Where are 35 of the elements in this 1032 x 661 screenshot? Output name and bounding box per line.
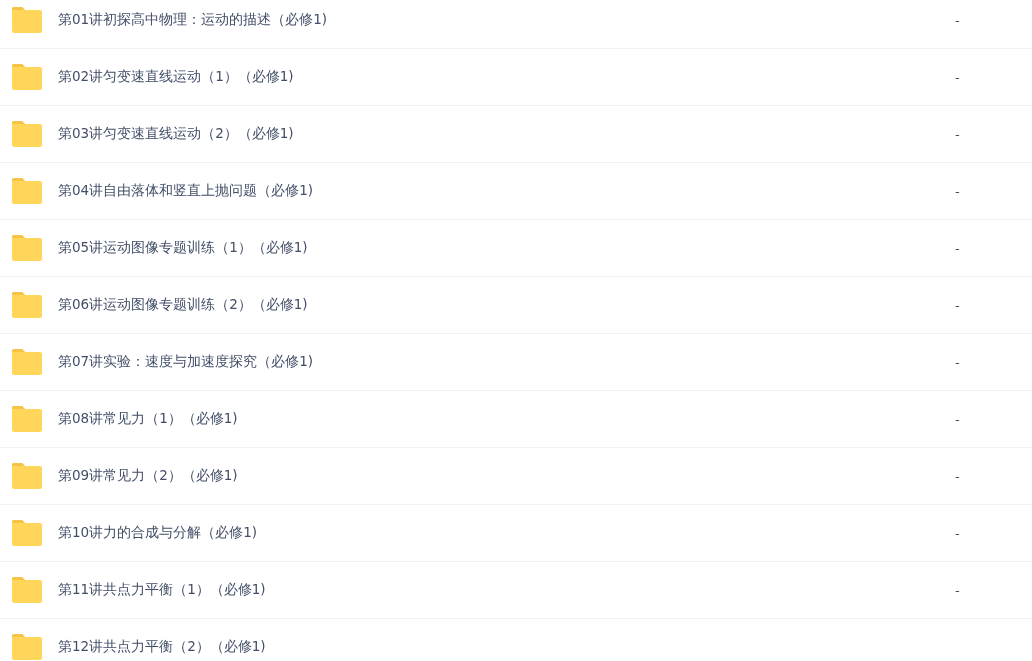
folder-name[interactable]: 第06讲运动图像专题训练（2）（必修1) — [58, 296, 308, 314]
folder-name[interactable]: 第07讲实验：速度与加速度探究（必修1) — [58, 353, 314, 371]
file-size: - — [955, 183, 960, 199]
file-size: - — [955, 240, 960, 256]
folder-name[interactable]: 第04讲自由落体和竖直上抛问题（必修1) — [58, 182, 314, 200]
folder-name[interactable]: 第10讲力的合成与分解（必修1) — [58, 524, 258, 542]
folder-icon — [11, 406, 43, 432]
folder-name[interactable]: 第02讲匀变速直线运动（1）（必修1) — [58, 68, 294, 86]
folder-icon — [11, 64, 43, 90]
folder-icon — [11, 349, 43, 375]
file-size: - — [955, 354, 960, 370]
folder-icon — [11, 634, 43, 660]
file-size: - — [955, 12, 960, 28]
file-size: - — [955, 126, 960, 142]
folder-icon — [11, 121, 43, 147]
file-size: - — [955, 69, 960, 85]
file-size: - — [955, 582, 960, 598]
folder-icon — [11, 463, 43, 489]
folder-icon — [11, 520, 43, 546]
folder-name[interactable]: 第01讲初探高中物理：运动的描述（必修1) — [58, 11, 328, 29]
folder-icon — [11, 292, 43, 318]
file-size: - — [955, 411, 960, 427]
file-size: - — [955, 297, 960, 313]
file-size: - — [955, 468, 960, 484]
folder-name[interactable]: 第03讲匀变速直线运动（2）（必修1) — [58, 125, 294, 143]
folder-icon — [11, 7, 43, 33]
folder-icon — [11, 577, 43, 603]
folder-name[interactable]: 第08讲常见力（1）（必修1) — [58, 410, 238, 428]
folder-icon — [11, 178, 43, 204]
folder-name[interactable]: 第05讲运动图像专题训练（1）（必修1) — [58, 239, 308, 257]
folder-name[interactable]: 第09讲常见力（2）（必修1) — [58, 467, 238, 485]
folder-icon — [11, 235, 43, 261]
folder-name[interactable]: 第11讲共点力平衡（1）（必修1) — [58, 581, 266, 599]
file-size: - — [955, 525, 960, 541]
folder-name[interactable]: 第12讲共点力平衡（2）（必修1) — [58, 638, 266, 656]
